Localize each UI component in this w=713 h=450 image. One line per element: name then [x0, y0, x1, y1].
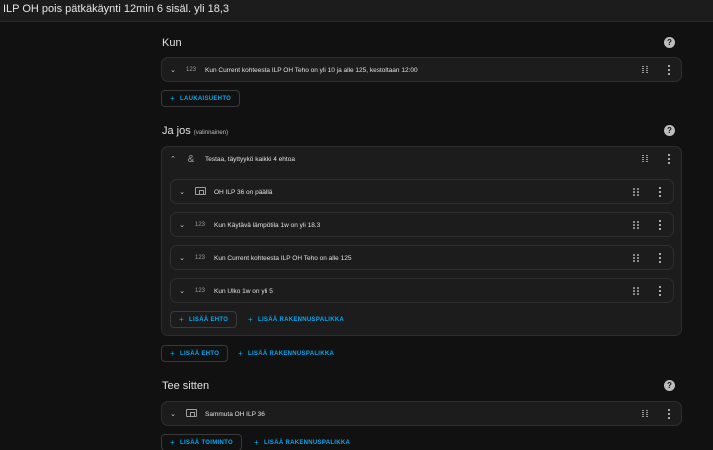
trigger-row[interactable]: ⌄ 123 Kun Current kohteesta ILP OH Teho …: [168, 58, 668, 82]
more-menu-icon[interactable]: [657, 253, 663, 263]
add-block-button[interactable]: + LISÄÄ RAKENNUSPALIKKA: [230, 345, 342, 362]
trigger-label: Kun Current kohteesta ILP OH Teho on yli…: [205, 66, 418, 74]
add-action-block-label: LISÄÄ RAKENNUSPALIKKA: [263, 439, 351, 446]
drag-handle-icon[interactable]: [642, 410, 650, 419]
condition-row[interactable]: ⌄ 123 Kun Current kohteesta ILP OH Teho …: [177, 246, 617, 270]
drag-handle-icon[interactable]: [642, 66, 650, 75]
automation-title: ILP OH pois pätkäkäynti 12min 6 sisäl. y…: [3, 3, 230, 15]
action-row[interactable]: ⌄ Sammuta OH ILP 36: [168, 402, 638, 426]
condition-label: Kun Käytävä lämpötila 1w on yli 18.3: [214, 221, 321, 229]
drag-handle-icon[interactable]: [633, 188, 641, 197]
chevron-down-icon[interactable]: ⌄: [168, 66, 178, 74]
and-icon: &: [187, 153, 195, 165]
numeric-state-icon: 123: [185, 67, 196, 73]
help-icon[interactable]: ?: [664, 37, 675, 48]
add-action-button[interactable]: + LISÄÄ TOIMINTO: [161, 434, 242, 450]
drag-handle-icon[interactable]: [642, 155, 650, 164]
condition-label: Kun Current kohteesta ILP OH Teho on all…: [214, 254, 352, 262]
trigger-card[interactable]: ⌄ 123 Kun Current kohteesta ILP OH Teho …: [161, 57, 682, 82]
section-title-conditions: Ja jos (valinnainen): [162, 125, 228, 137]
add-nested-block-label: LISÄÄ RAKENNUSPALIKKA: [257, 316, 345, 323]
condition-label: Kun Ulko 1w on yli 5: [214, 287, 273, 295]
optional-label: (valinnainen): [193, 130, 229, 136]
add-condition-label: LISÄÄ EHTO: [179, 350, 220, 357]
plus-icon: +: [248, 315, 253, 324]
help-icon[interactable]: ?: [664, 125, 675, 136]
section-title-actions: Tee sitten: [162, 380, 210, 392]
drag-handle-icon[interactable]: [633, 254, 641, 263]
more-menu-icon[interactable]: [657, 286, 663, 296]
condition-label: OH ILP 36 on päällä: [214, 188, 273, 196]
chevron-down-icon[interactable]: ⌄: [177, 188, 187, 196]
plus-icon: +: [170, 94, 175, 103]
drag-handle-icon[interactable]: [633, 287, 641, 296]
add-nested-block-button[interactable]: + LISÄÄ RAKENNUSPALIKKA: [240, 311, 352, 328]
more-menu-icon[interactable]: [666, 154, 672, 164]
numeric-state-icon: 123: [194, 255, 205, 261]
condition-group-label: Testaa, täyttyykö kaikki 4 ehtoa: [205, 155, 295, 163]
device-icon: [193, 187, 207, 197]
condition-row[interactable]: ⌄ OH ILP 36 on päällä: [177, 180, 617, 204]
action-card[interactable]: ⌄ Sammuta OH ILP 36: [161, 401, 682, 426]
chevron-down-icon[interactable]: ⌄: [177, 254, 187, 262]
condition-card[interactable]: ⌄ 123 Kun Ulko 1w on yli 5: [170, 278, 674, 303]
chevron-down-icon[interactable]: ⌄: [177, 221, 187, 229]
chevron-up-icon[interactable]: ⌃: [168, 155, 178, 163]
plus-icon: +: [170, 438, 175, 447]
condition-card[interactable]: ⌄ 123 Kun Käytävä lämpötila 1w on yli 18…: [170, 212, 674, 237]
plus-icon: +: [170, 349, 175, 358]
drag-handle-icon[interactable]: [633, 221, 641, 230]
chevron-down-icon[interactable]: ⌄: [168, 410, 178, 418]
section-title-triggers: Kun: [162, 37, 182, 49]
add-trigger-button[interactable]: + LAUKAISUEHTO: [161, 90, 241, 107]
action-label: Sammuta OH ILP 36: [205, 410, 265, 418]
more-menu-icon[interactable]: [666, 409, 672, 419]
plus-icon: +: [179, 315, 184, 324]
add-nested-condition-button[interactable]: + LISÄÄ EHTO: [170, 311, 238, 328]
more-menu-icon[interactable]: [666, 65, 672, 75]
add-action-label: LISÄÄ TOIMINTO: [179, 439, 233, 446]
add-action-block-button[interactable]: + LISÄÄ RAKENNUSPALIKKA: [246, 434, 358, 450]
add-block-label: LISÄÄ RAKENNUSPALIKKA: [247, 350, 335, 357]
condition-row[interactable]: ⌄ 123 Kun Ulko 1w on yli 5: [177, 279, 617, 303]
numeric-state-icon: 123: [194, 288, 205, 294]
top-bar: ILP OH pois pätkäkäynti 12min 6 sisäl. y…: [0, 0, 713, 22]
condition-card[interactable]: ⌄ 123 Kun Current kohteesta ILP OH Teho …: [170, 245, 674, 270]
condition-row[interactable]: ⌄ 123 Kun Käytävä lämpötila 1w on yli 18…: [177, 213, 617, 237]
numeric-state-icon: 123: [194, 222, 205, 228]
more-menu-icon[interactable]: [657, 187, 663, 197]
plus-icon: +: [238, 349, 243, 358]
plus-icon: +: [254, 438, 259, 447]
help-icon[interactable]: ?: [664, 380, 675, 391]
device-icon: [184, 409, 198, 419]
conditions-title: Ja jos: [162, 125, 191, 137]
condition-group-card: ⌃ & Testaa, täyttyykö kaikki 4 ehtoa ⌄ O…: [161, 146, 682, 336]
condition-card[interactable]: ⌄ OH ILP 36 on päällä: [170, 179, 674, 204]
add-condition-button[interactable]: + LISÄÄ EHTO: [161, 345, 229, 362]
condition-group-row[interactable]: ⌃ & Testaa, täyttyykö kaikki 4 ehtoa: [168, 147, 638, 171]
chevron-down-icon[interactable]: ⌄: [177, 287, 187, 295]
add-nested-condition-label: LISÄÄ EHTO: [188, 316, 229, 323]
add-trigger-label: LAUKAISUEHTO: [179, 95, 232, 102]
more-menu-icon[interactable]: [657, 220, 663, 230]
